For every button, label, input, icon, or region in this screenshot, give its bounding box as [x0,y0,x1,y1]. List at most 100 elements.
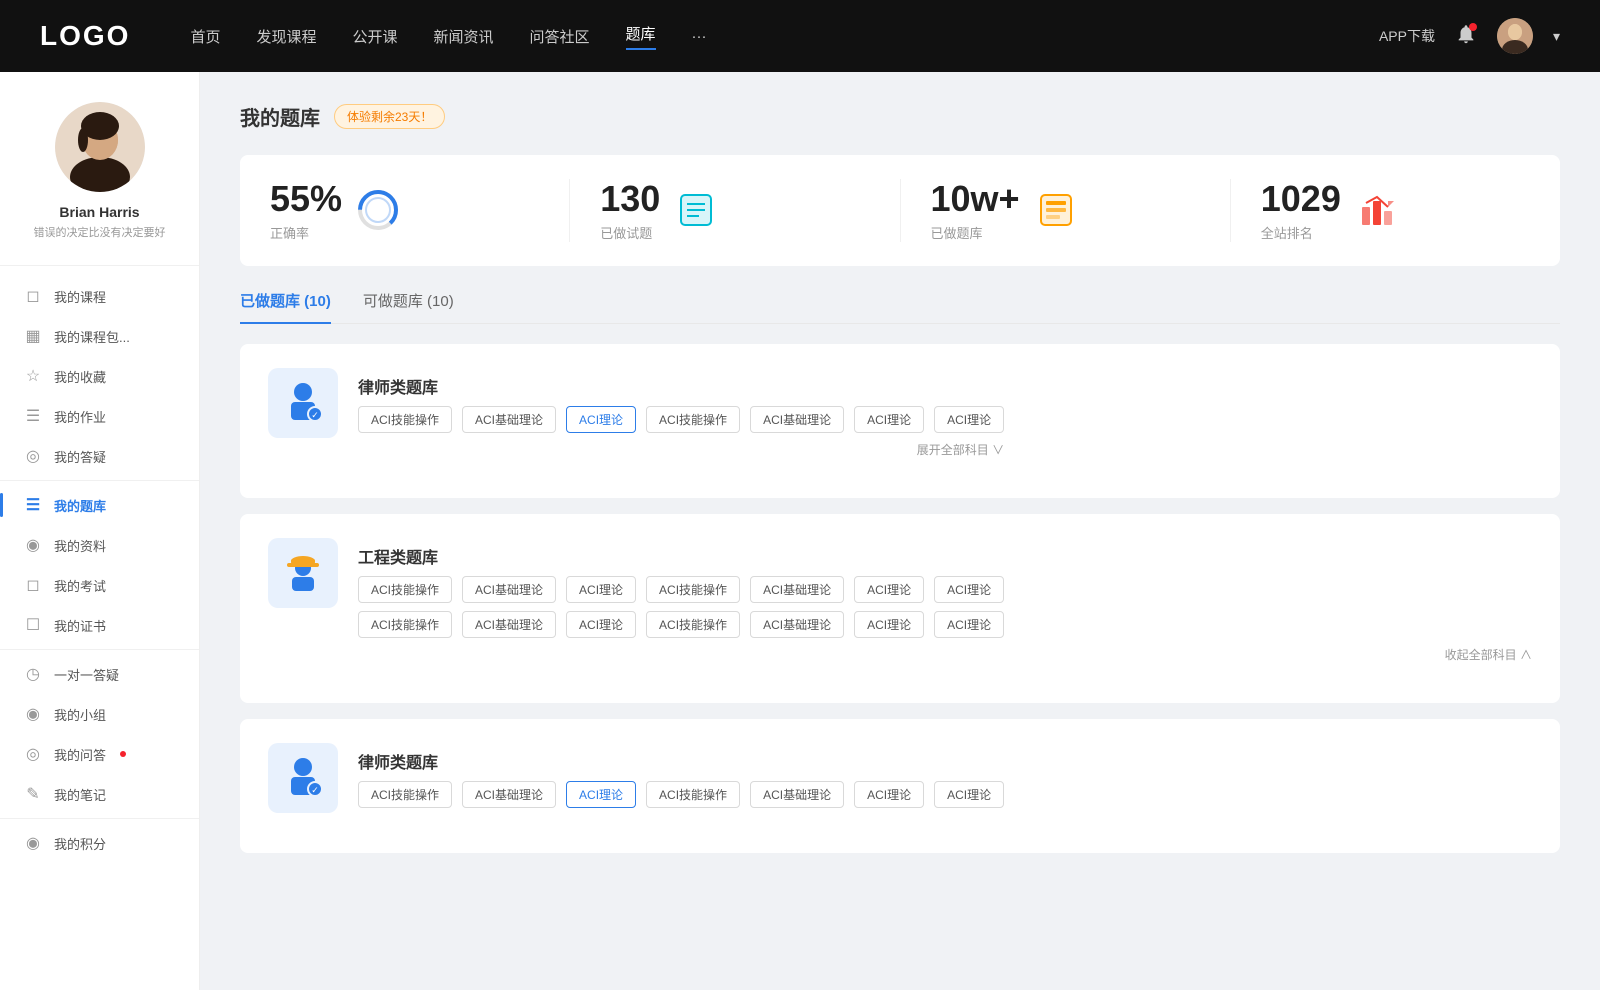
qbank-lawyer-icon-1: ✓ [268,368,338,438]
nav-news[interactable]: 新闻资讯 [434,26,494,47]
sidebar-item-qa[interactable]: ◎ 我的答疑 [0,436,199,476]
notification-dot [1469,23,1477,31]
sidebar-item-profile[interactable]: ◉ 我的资料 [0,525,199,565]
nav-open-course[interactable]: 公开课 [352,26,397,47]
avatar-image [1497,18,1533,54]
tag-1-3[interactable]: ACI理论 [566,406,636,433]
sidebar-item-myqa[interactable]: ◎ 我的问答 [0,734,199,774]
sidebar-item-exam[interactable]: ◻ 我的考试 [0,565,199,605]
qbank-engineer-icon [268,538,338,608]
qbank-title-3: 律师类题库 ACI技能操作 ACI基础理论 ACI理论 ACI技能操作 ACI基… [358,743,1004,808]
stat-accuracy: 55% 正确率 [240,179,570,242]
tag-2-4[interactable]: ACI技能操作 [646,576,740,603]
qbank-tags-2-row2: ACI技能操作 ACI基础理论 ACI理论 ACI技能操作 ACI基础理论 AC… [358,611,1532,638]
page-header: 我的题库 体验剩余23天！ [240,102,1560,131]
sidebar-item-qbank[interactable]: ☰ 我的题库 [0,485,199,525]
navbar: LOGO 首页 发现课程 公开课 新闻资讯 问答社区 题库 ··· APP下载 [0,0,1600,72]
expand-link-1[interactable]: 展开全部科目 ∨ [358,441,1004,458]
sidebar-item-group[interactable]: ◉ 我的小组 [0,694,199,734]
qbank-card-header-1: ✓ 律师类题库 ACI技能操作 ACI基础理论 ACI理论 ACI技能操作 AC… [268,368,1532,458]
trial-badge: 体验剩余23天！ [334,104,445,129]
avatar-chevron[interactable]: ▾ [1553,28,1560,45]
stat-accuracy-value: 55% [270,179,342,219]
tag-3-7[interactable]: ACI理论 [934,781,1004,808]
nav-qbank[interactable]: 题库 [626,23,656,50]
stat-done-banks-value: 10w+ [931,179,1020,219]
stat-done-questions-text: 130 已做试题 [600,179,660,242]
tag-3-4[interactable]: ACI技能操作 [646,781,740,808]
page-wrapper: Brian Harris 错误的决定比没有决定要好 ◻ 我的课程 ▦ 我的课程包… [0,72,1600,990]
sidebar-item-notes[interactable]: ✎ 我的笔记 [0,774,199,814]
tag-1-2[interactable]: ACI基础理论 [462,406,556,433]
stat-ranking-value: 1029 [1261,179,1341,219]
nav-links: 首页 发现课程 公开课 新闻资讯 问答社区 题库 ··· [190,23,1379,50]
page-title: 我的题库 [240,102,320,131]
sidebar-item-course-package[interactable]: ▦ 我的课程包... [0,316,199,356]
qbank-tags-2-row1: ACI技能操作 ACI基础理论 ACI理论 ACI技能操作 ACI基础理论 AC… [358,576,1532,603]
points-icon: ◉ [24,833,42,853]
tag-2-3[interactable]: ACI理论 [566,576,636,603]
tag-2-10[interactable]: ACI理论 [566,611,636,638]
tag-2-11[interactable]: ACI技能操作 [646,611,740,638]
stat-ranking-text: 1029 全站排名 [1261,179,1341,242]
tag-1-5[interactable]: ACI基础理论 [750,406,844,433]
sidebar-item-certificate[interactable]: ☐ 我的证书 [0,605,199,645]
tag-2-14[interactable]: ACI理论 [934,611,1004,638]
tag-3-1[interactable]: ACI技能操作 [358,781,452,808]
tag-2-1[interactable]: ACI技能操作 [358,576,452,603]
avatar[interactable] [1497,18,1533,54]
svg-text:✓: ✓ [311,785,319,795]
collapse-link-2[interactable]: 收起全部科目 ∧ [358,646,1532,663]
profile-name: Brian Harris [59,204,139,220]
nav-discover[interactable]: 发现课程 [256,26,316,47]
tag-3-3[interactable]: ACI理论 [566,781,636,808]
stat-done-banks-label: 已做题库 [931,223,1020,242]
favorites-icon: ☆ [24,366,42,386]
tag-3-2[interactable]: ACI基础理论 [462,781,556,808]
sidebar-item-homework[interactable]: ☰ 我的作业 [0,396,199,436]
nav-right: APP下载 ▾ [1379,18,1560,54]
tag-1-6[interactable]: ACI理论 [854,406,924,433]
tag-1-1[interactable]: ACI技能操作 [358,406,452,433]
sidebar-profile: Brian Harris 错误的决定比没有决定要好 [0,102,199,266]
qbank-card-lawyer-1: ✓ 律师类题库 ACI技能操作 ACI基础理论 ACI理论 ACI技能操作 AC… [240,344,1560,498]
tag-2-2[interactable]: ACI基础理论 [462,576,556,603]
stat-ranking: 1029 全站排名 [1231,179,1560,242]
tag-2-5[interactable]: ACI基础理论 [750,576,844,603]
nav-qa[interactable]: 问答社区 [530,26,590,47]
sidebar-item-favorites[interactable]: ☆ 我的收藏 [0,356,199,396]
app-download-button[interactable]: APP下载 [1379,26,1435,46]
sidebar-item-1on1[interactable]: ◷ 一对一答疑 [0,654,199,694]
tab-available[interactable]: 可做题库 (10) [363,290,454,323]
profile-avatar [55,102,145,192]
course-package-icon: ▦ [24,326,42,346]
stat-accuracy-label: 正确率 [270,223,342,242]
qbank-card-lawyer-3: ✓ 律师类题库 ACI技能操作 ACI基础理论 ACI理论 ACI技能操作 AC… [240,719,1560,853]
tag-3-6[interactable]: ACI理论 [854,781,924,808]
sidebar-item-points[interactable]: ◉ 我的积分 [0,823,199,863]
sidebar-item-courses[interactable]: ◻ 我的课程 [0,276,199,316]
tag-2-6[interactable]: ACI理论 [854,576,924,603]
nav-more[interactable]: ··· [692,28,707,45]
stat-done-banks-text: 10w+ 已做题库 [931,179,1020,242]
notification-bell[interactable] [1455,23,1477,50]
certificate-icon: ☐ [24,615,42,635]
tag-1-7[interactable]: ACI理论 [934,406,1004,433]
tabs-bar: 已做题库 (10) 可做题库 (10) [240,290,1560,324]
tag-1-4[interactable]: ACI技能操作 [646,406,740,433]
stat-done-questions-value: 130 [600,179,660,219]
tag-2-12[interactable]: ACI基础理论 [750,611,844,638]
sidebar-divider-3 [0,818,199,819]
tag-2-7[interactable]: ACI理论 [934,576,1004,603]
tag-2-9[interactable]: ACI基础理论 [462,611,556,638]
tag-3-5[interactable]: ACI基础理论 [750,781,844,808]
stat-ranking-icon [1355,188,1399,232]
nav-home[interactable]: 首页 [190,26,220,47]
tag-2-8[interactable]: ACI技能操作 [358,611,452,638]
qbank-engineer-content: 工程类题库 ACI技能操作 ACI基础理论 ACI理论 ACI技能操作 ACI基… [358,538,1532,663]
qbank-title-1: 律师类题库 ACI技能操作 ACI基础理论 ACI理论 ACI技能操作 ACI基… [358,368,1004,458]
tab-done[interactable]: 已做题库 (10) [240,290,331,323]
stat-done-banks-icon [1034,188,1078,232]
sidebar-menu: ◻ 我的课程 ▦ 我的课程包... ☆ 我的收藏 ☰ 我的作业 ◎ 我的答疑 ☰ [0,266,199,873]
tag-2-13[interactable]: ACI理论 [854,611,924,638]
